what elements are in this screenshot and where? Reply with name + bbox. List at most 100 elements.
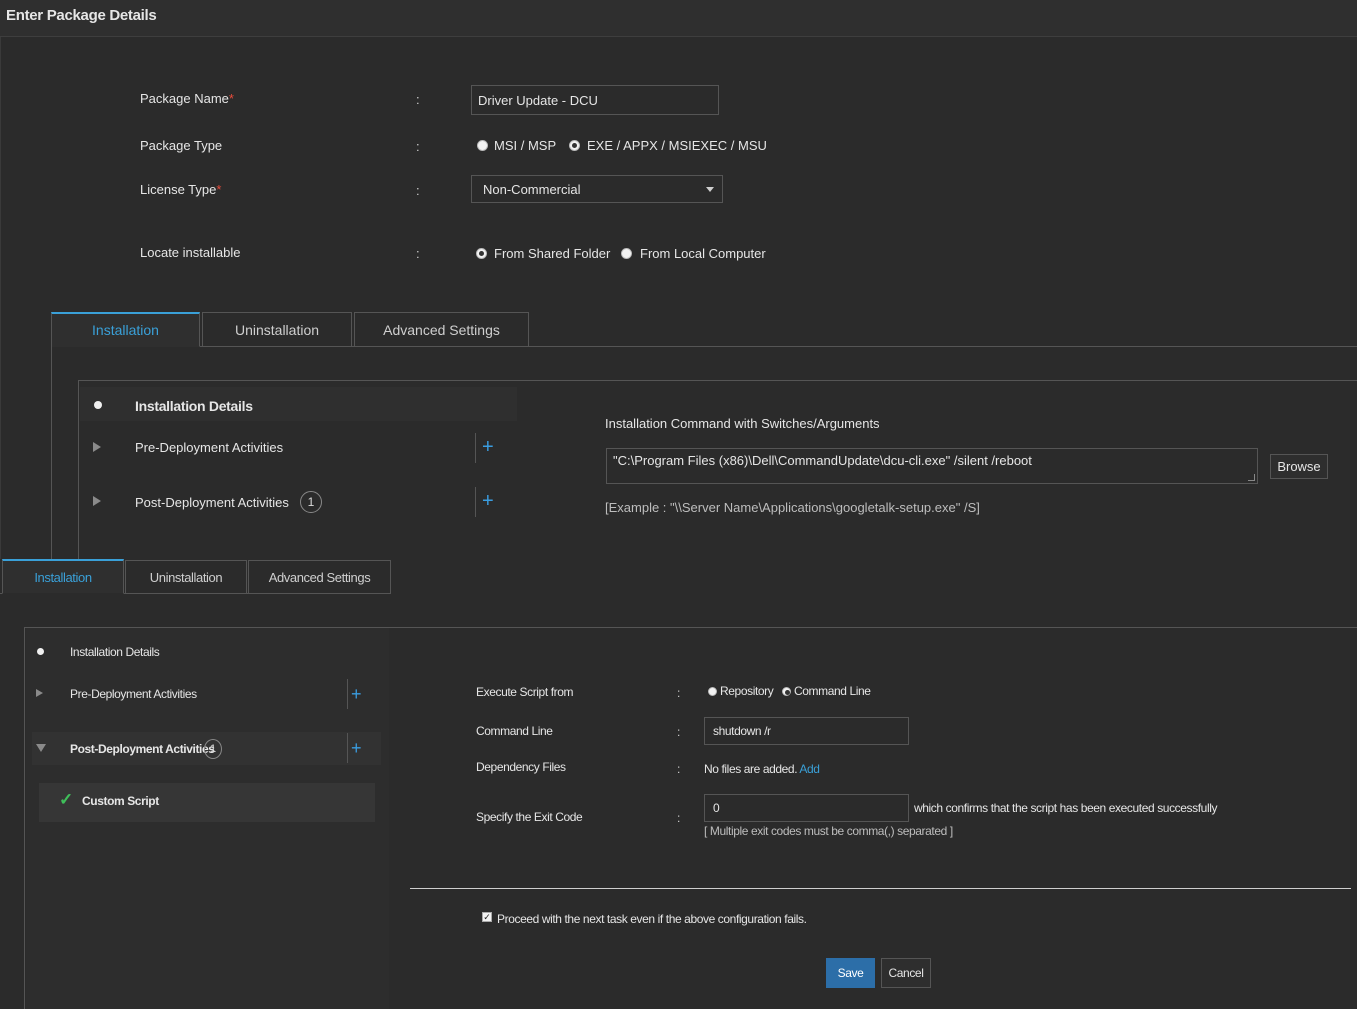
install-command-input[interactable]: "C:\Program Files (x86)\Dell\CommandUpda… <box>606 448 1258 484</box>
expand-arrow-icon[interactable] <box>93 496 101 506</box>
proceed-checkbox[interactable]: ✓ <box>482 912 492 922</box>
check-icon: ✓ <box>59 790 74 809</box>
command-line-value: shutdown /r <box>713 724 771 738</box>
colon: : <box>677 725 681 739</box>
resize-handle-icon[interactable] <box>1248 474 1255 481</box>
bullet-icon <box>94 401 102 409</box>
add-post-deployment-icon[interactable]: + <box>351 738 362 758</box>
tab-advanced-settings-lower[interactable]: Advanced Settings <box>248 560 391 593</box>
post-deployment-count-badge: 1 <box>204 739 222 759</box>
package-type-exe-option[interactable]: EXE / APPX / MSIEXEC / MSU <box>569 138 767 153</box>
dependency-files-status: No files are added. Add <box>704 762 820 776</box>
colon: : <box>416 246 420 261</box>
radio-msi[interactable] <box>477 140 488 151</box>
colon: : <box>416 92 420 107</box>
chevron-down-icon <box>706 187 714 192</box>
execute-command-line-option[interactable]: Command Line <box>782 684 871 698</box>
package-type-msi-option[interactable]: MSI / MSP <box>477 138 556 153</box>
colon: : <box>416 183 420 198</box>
expand-arrow-icon[interactable] <box>93 442 101 452</box>
content-box-left <box>78 380 79 559</box>
divider <box>475 487 476 517</box>
package-type-label: Package Type <box>140 138 223 153</box>
package-name-value: Driver Update - DCU <box>478 92 598 108</box>
tab-content-border <box>51 346 52 559</box>
install-command-value: "C:\Program Files (x86)\Dell\CommandUpda… <box>613 453 1032 468</box>
radio-shared-folder-label: From Shared Folder <box>494 246 611 261</box>
cancel-button[interactable]: Cancel <box>881 958 931 988</box>
add-dependency-link[interactable]: Add <box>799 762 820 776</box>
add-pre-deployment-icon[interactable]: + <box>482 437 494 457</box>
expand-arrow-icon[interactable] <box>36 689 43 697</box>
divider <box>347 733 348 763</box>
tab-uninstallation[interactable]: Uninstallation <box>202 312 352 346</box>
radio-local-computer[interactable] <box>621 248 632 259</box>
tree-item-post-deployment[interactable]: Post-Deployment Activities <box>135 495 289 510</box>
tab-advanced-settings[interactable]: Advanced Settings <box>354 312 529 346</box>
exit-code-label: Specify the Exit Code <box>476 810 583 824</box>
browse-button[interactable]: Browse <box>1270 454 1328 479</box>
license-type-label: License Type* <box>140 182 221 197</box>
tree-label-installation-details: Installation Details <box>135 398 253 414</box>
divider-line <box>410 888 1351 889</box>
command-line-label: Command Line <box>476 724 553 738</box>
license-type-label-text: License Type <box>140 182 217 197</box>
post-deployment-count-badge: 1 <box>300 491 322 513</box>
collapse-arrow-icon[interactable] <box>36 744 46 752</box>
proceed-checkbox-label: Proceed with the next task even if the a… <box>497 912 807 926</box>
tree-label-installation-details-lower[interactable]: Installation Details <box>70 645 160 659</box>
add-post-deployment-icon[interactable]: + <box>482 491 494 511</box>
colon: : <box>416 139 420 154</box>
radio-shared-folder[interactable] <box>476 248 487 259</box>
radio-command-line-label: Command Line <box>794 684 871 698</box>
radio-exe[interactable] <box>569 140 580 151</box>
page-title: Enter Package Details <box>6 7 157 24</box>
command-line-input[interactable]: shutdown /r <box>704 717 909 745</box>
title-bar <box>0 0 1357 37</box>
license-type-select[interactable]: Non-Commercial <box>471 175 723 203</box>
required-marker: * <box>228 91 234 106</box>
locate-local-computer-option[interactable]: From Local Computer <box>621 246 766 261</box>
tabs-baseline <box>51 346 1357 347</box>
tree-item-post-deployment-lower[interactable]: Post-Deployment Activities <box>70 742 215 756</box>
content-box-top <box>78 380 1357 381</box>
colon: : <box>677 811 681 825</box>
license-type-value: Non-Commercial <box>483 181 581 197</box>
exit-code-input[interactable]: 0 <box>704 794 909 822</box>
package-name-label-text: Package Name <box>140 91 229 106</box>
tab-installation-lower[interactable]: Installation <box>2 559 124 594</box>
tree-item-pre-deployment-lower[interactable]: Pre-Deployment Activities <box>70 687 197 701</box>
dependency-files-label: Dependency Files <box>476 760 566 774</box>
divider <box>475 433 476 463</box>
package-name-label: Package Name* <box>140 91 234 106</box>
tab-uninstallation-lower[interactable]: Uninstallation <box>125 560 247 593</box>
colon: : <box>677 762 681 776</box>
exit-code-suffix: which confirms that the script has been … <box>914 801 1218 815</box>
bullet-icon <box>37 648 44 655</box>
execute-script-from-label: Execute Script from <box>476 685 574 699</box>
add-pre-deployment-icon[interactable]: + <box>351 684 362 704</box>
locate-shared-folder-option[interactable]: From Shared Folder <box>476 246 610 261</box>
custom-script-label: Custom Script <box>82 794 159 808</box>
install-command-label: Installation Command with Switches/Argum… <box>605 416 880 431</box>
radio-local-computer-label: From Local Computer <box>640 246 766 261</box>
tab-installation[interactable]: Installation <box>51 312 200 347</box>
install-command-example: [Example : "\\Server Name\Applications\g… <box>605 500 980 515</box>
exit-code-hint: [ Multiple exit codes must be comma(,) s… <box>704 824 953 838</box>
locate-installable-label: Locate installable <box>140 245 241 260</box>
save-button[interactable]: Save <box>826 958 875 988</box>
dependency-files-text: No files are added. <box>704 762 798 776</box>
colon: : <box>677 686 681 700</box>
radio-msi-label: MSI / MSP <box>494 138 557 153</box>
divider <box>347 679 348 709</box>
tree-item-pre-deployment[interactable]: Pre-Deployment Activities <box>135 440 283 455</box>
execute-repository-option[interactable]: Repository <box>708 684 774 698</box>
radio-command-line[interactable] <box>782 686 791 696</box>
radio-repository[interactable] <box>708 686 717 696</box>
required-marker: * <box>216 182 222 197</box>
radio-exe-label: EXE / APPX / MSIEXEC / MSU <box>587 138 767 153</box>
content-box-left <box>24 627 25 1009</box>
radio-repository-label: Repository <box>720 684 774 698</box>
package-name-input[interactable]: Driver Update - DCU <box>471 85 719 115</box>
exit-code-value: 0 <box>713 801 720 815</box>
